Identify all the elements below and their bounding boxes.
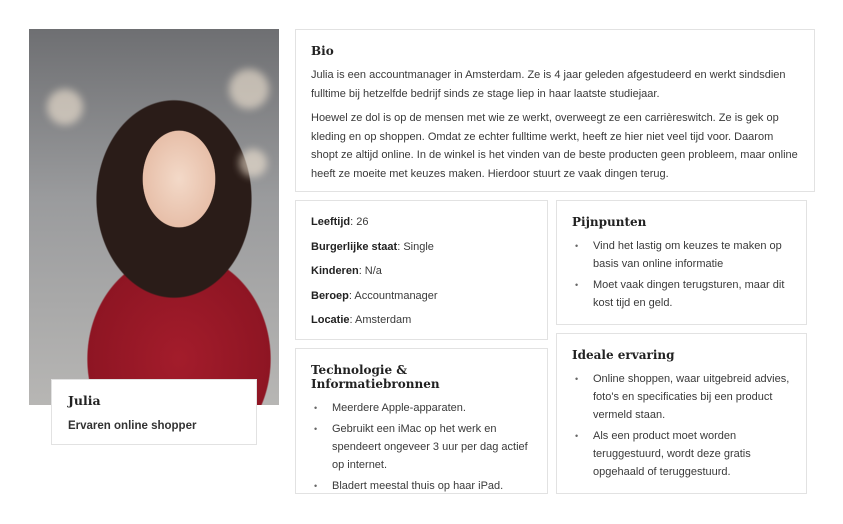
persona-name-card: Julia Ervaren online shopper xyxy=(51,379,257,445)
list-item: Bladert meestal thuis op haar iPad. xyxy=(311,477,532,495)
list-item: Vind het lastig om keuzes te maken op ba… xyxy=(572,237,791,273)
facts-card: Leeftijd: 26 Burgerlijke staat: Single K… xyxy=(295,200,548,340)
bio-paragraph: Julia is een accountmanager in Amsterdam… xyxy=(311,69,786,100)
fact-occupation: Beroep: Accountmanager xyxy=(311,289,438,302)
pain-points-card: Pijnpunten Vind het lastig om keuzes te … xyxy=(556,200,807,325)
bio-card: Bio Julia is een accountmanager in Amste… xyxy=(295,29,815,192)
fact-location: Locatie: Amsterdam xyxy=(311,314,412,326)
tech-title: Technologie & Informatiebronnen xyxy=(311,363,440,391)
tech-card: Technologie & Informatiebronnen Meerdere… xyxy=(295,348,548,495)
persona-role: Ervaren online shopper xyxy=(68,420,197,432)
list-item: Als een product moet worden teruggestuur… xyxy=(572,427,791,481)
bio-paragraph: Hoewel ze dol is op de mensen met wie ze… xyxy=(311,112,798,180)
bio-title: Bio xyxy=(311,44,334,58)
fact-marital-status: Burgerlijke staat: Single xyxy=(311,240,434,253)
list-item: Online shoppen, waar uitgebreid advies, … xyxy=(572,370,791,424)
ideal-experience-card: Ideale ervaring Online shoppen, waar uit… xyxy=(556,333,807,494)
fact-children: Kinderen: N/a xyxy=(311,265,382,277)
photo-bokeh xyxy=(229,69,269,109)
tech-list: Meerdere Apple-apparaten. Gebruikt een i… xyxy=(311,399,532,495)
pain-points-list: Vind het lastig om keuzes te maken op ba… xyxy=(572,237,791,312)
list-item: Meerdere Apple-apparaten. xyxy=(311,399,532,417)
persona-photo xyxy=(29,29,279,405)
pain-points-title: Pijnpunten xyxy=(572,215,647,229)
fact-age: Leeftijd: 26 xyxy=(311,216,369,228)
persona-name: Julia xyxy=(68,393,101,408)
ideal-experience-list: Online shoppen, waar uitgebreid advies, … xyxy=(572,370,791,481)
list-item: Gebruikt een iMac op het werk en spendee… xyxy=(311,420,532,474)
photo-bokeh xyxy=(47,89,83,125)
list-item: Moet vaak dingen terugsturen, maar dit k… xyxy=(572,276,791,312)
photo-bokeh xyxy=(239,149,267,177)
ideal-experience-title: Ideale ervaring xyxy=(572,348,675,362)
